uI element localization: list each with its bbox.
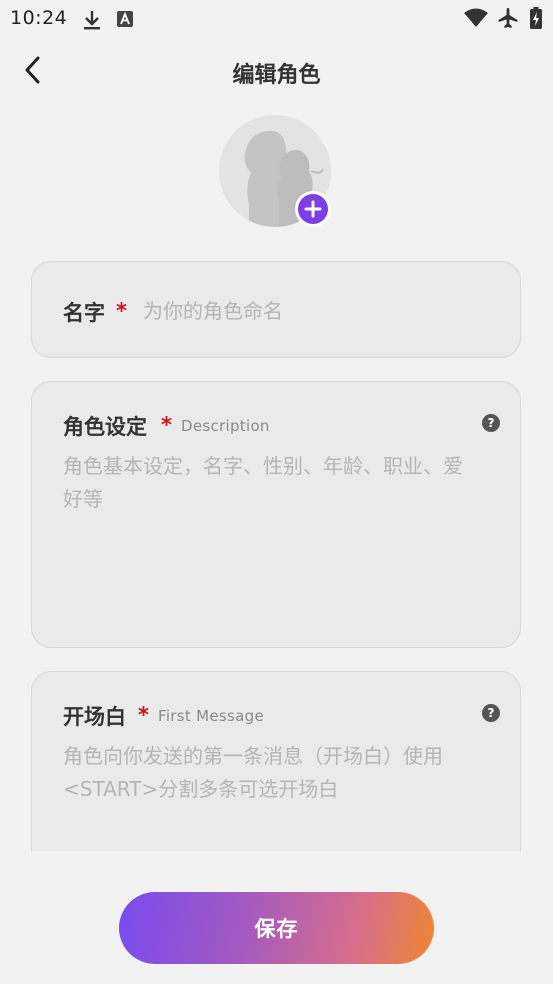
scroll-clip: 开场白 * First Message ? <box>0 660 553 851</box>
description-input[interactable] <box>63 450 463 630</box>
name-field-card[interactable]: 名字 * <box>31 261 521 358</box>
avatar-add-button[interactable] <box>295 191 331 227</box>
status-time: 10:24 <box>10 7 68 29</box>
top-bar: 编辑角色 <box>0 46 553 100</box>
wifi-icon <box>464 8 488 32</box>
name-required-mark: * <box>116 299 127 323</box>
save-button-label: 保存 <box>254 917 299 941</box>
description-label: 角色设定 <box>63 415 147 439</box>
first-message-field-card[interactable]: 开场白 * First Message ? <box>31 671 521 851</box>
question-icon[interactable]: ? <box>482 704 500 722</box>
a-icon <box>116 10 134 32</box>
first-message-input[interactable] <box>63 740 483 851</box>
plus-icon <box>298 194 328 224</box>
download-icon <box>82 9 102 35</box>
status-bar: 10:24 <box>0 0 553 38</box>
first-message-sub-label: First Message <box>158 707 264 725</box>
avatar-picker[interactable] <box>219 115 331 227</box>
page-title: 编辑角色 <box>232 63 321 88</box>
first-message-required-mark: * <box>138 703 149 727</box>
battery-icon <box>530 7 542 33</box>
description-required-mark: * <box>161 413 172 437</box>
first-message-label: 开场白 <box>63 705 126 729</box>
airplane-icon <box>497 7 519 33</box>
name-input[interactable] <box>143 296 483 326</box>
description-field-card[interactable]: 角色设定 * Description ? <box>31 381 521 648</box>
name-label: 名字 <box>63 301 105 325</box>
save-button[interactable]: 保存 <box>119 892 434 964</box>
question-icon[interactable]: ? <box>482 414 500 432</box>
description-sub-label: Description <box>181 417 270 435</box>
